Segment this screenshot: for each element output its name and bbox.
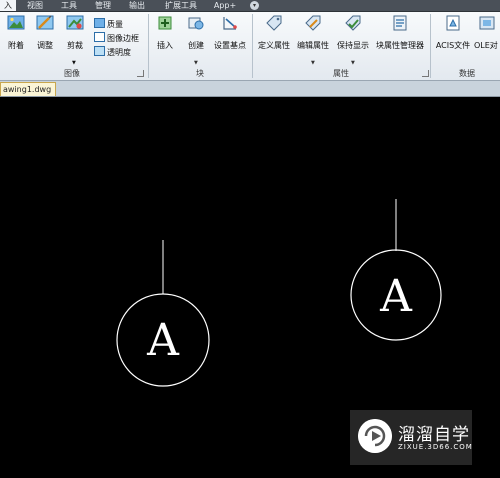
ole-object-button[interactable]: OLE对 [474, 15, 500, 51]
watermark-url: ZIXUE.3D66.COM [398, 443, 473, 451]
image-frame-label: 图像边框 [107, 34, 139, 43]
attach-button[interactable]: 附着 [3, 15, 29, 51]
clip-dropdown-icon[interactable]: ▼ [72, 60, 76, 66]
edit-attribute-button[interactable]: 编辑属性 [295, 15, 331, 51]
block-group-title: 块 [196, 69, 204, 78]
ole-object-icon [479, 16, 495, 30]
attach-label: 附着 [8, 41, 24, 50]
attribute-text-right[interactable]: A [379, 271, 413, 322]
attribute-group-title: 属性 [333, 69, 349, 78]
create-block-button[interactable]: 创建 [183, 15, 209, 51]
keep-display-dropdown-icon[interactable]: ▼ [351, 60, 355, 66]
acis-file-label: ACIS文件 [435, 41, 471, 50]
menu-tab-tools[interactable]: 工具 [58, 0, 80, 11]
acis-file-icon [446, 15, 460, 31]
define-attribute-button[interactable]: 定义属性 [256, 15, 292, 51]
clip-label: 剪裁 [67, 41, 83, 50]
watermark-badge: 溜溜自学 ZIXUE.3D66.COM [350, 410, 472, 465]
document-tab-strip: awing1.dwg [0, 81, 500, 97]
keep-display-label: 保持显示 [337, 41, 369, 50]
transparency-label: 透明度 [107, 48, 131, 57]
adjust-label: 调整 [37, 41, 53, 50]
data-group-title: 数据 [459, 69, 475, 78]
menu-tab-manage[interactable]: 管理 [92, 0, 114, 11]
menu-tab-output[interactable]: 输出 [126, 0, 148, 11]
create-block-label: 创建 [188, 41, 204, 50]
edit-attribute-icon [305, 15, 321, 31]
menu-tab-app-plus[interactable]: App+ [212, 0, 238, 11]
transparency-button[interactable]: 透明度 [94, 46, 131, 58]
keep-display-icon [345, 15, 361, 31]
set-base-point-button[interactable]: 设置基点 [212, 15, 248, 51]
attribute-manager-icon [393, 15, 407, 31]
menu-tab-view[interactable]: 视图 [24, 0, 46, 11]
attribute-text-left[interactable]: A [146, 315, 180, 366]
menu-tab-bar: 入 视图 工具 管理 输出 扩展工具 App+ ▾ [0, 0, 500, 12]
ribbon-divider [148, 14, 149, 78]
image-group-launcher-icon[interactable] [137, 70, 144, 77]
insert-block-button[interactable]: 插入 [152, 15, 178, 51]
clip-image-icon [66, 15, 84, 30]
image-frame-icon [94, 32, 105, 42]
menu-tab-extensions[interactable]: 扩展工具 [162, 0, 200, 11]
quality-icon [94, 18, 105, 28]
acis-file-button[interactable]: ACIS文件 [434, 15, 472, 51]
clip-button[interactable]: 剪裁 ▼ [62, 15, 88, 66]
menu-tab-insert[interactable]: 入 [0, 0, 16, 11]
image-group-title: 图像 [64, 69, 80, 78]
watermark-logo-icon [358, 419, 392, 453]
adjust-image-icon [36, 15, 54, 30]
set-base-point-label: 设置基点 [214, 41, 246, 50]
create-block-icon [188, 17, 204, 30]
keep-display-button[interactable]: 保持显示 [335, 15, 371, 51]
quality-label: 质量 [107, 20, 123, 29]
adjust-button[interactable]: 调整 [32, 15, 58, 51]
transparency-icon [94, 46, 105, 56]
block-attribute-manager-label: 块属性管理器 [376, 41, 424, 50]
define-attribute-label: 定义属性 [258, 41, 290, 50]
ribbon-minimize-icon[interactable]: ▾ [250, 1, 259, 10]
attach-image-icon [7, 15, 25, 30]
define-attribute-icon [266, 15, 282, 31]
base-point-icon [223, 17, 237, 30]
attribute-group-launcher-icon[interactable] [422, 70, 429, 77]
insert-block-label: 插入 [157, 41, 173, 50]
watermark-title: 溜溜自学 [398, 425, 470, 445]
insert-block-icon [158, 16, 172, 30]
ole-object-label: OLE对 [474, 41, 498, 50]
edit-attribute-label: 编辑属性 [297, 41, 329, 50]
ribbon-divider [430, 14, 431, 78]
edit-attribute-dropdown-icon[interactable]: ▼ [311, 60, 315, 66]
ribbon-divider [252, 14, 253, 78]
document-tab[interactable]: awing1.dwg [0, 82, 56, 96]
image-frame-button[interactable]: 图像边框 [94, 32, 139, 44]
block-attribute-manager-button[interactable]: 块属性管理器 [374, 15, 426, 51]
quality-button[interactable]: 质量 [94, 18, 123, 30]
ribbon-panel: 附着 调整 剪裁 ▼ 质量 图像边框 透明度 图像 插入 创建 ▼ 设置基点 块… [0, 12, 500, 81]
create-dropdown-icon[interactable]: ▼ [194, 60, 198, 66]
